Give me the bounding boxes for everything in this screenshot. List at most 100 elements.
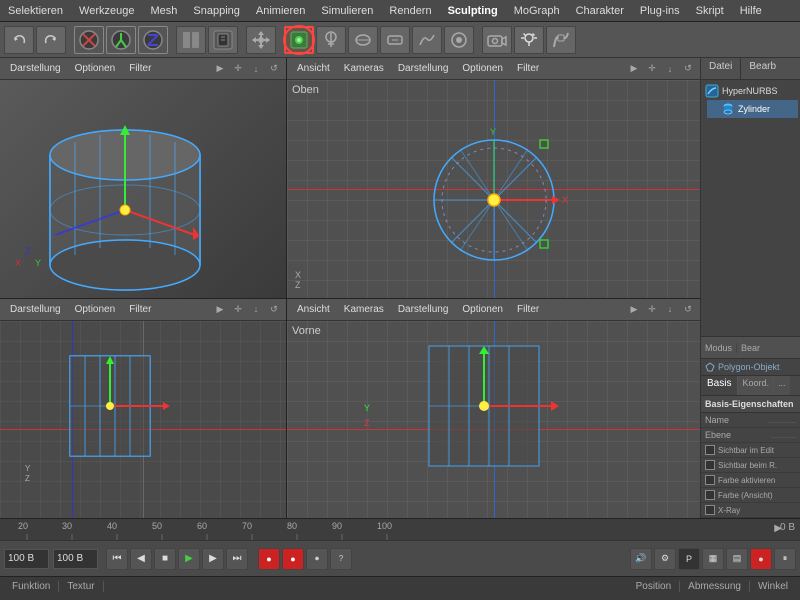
hypernurbs-item[interactable]: HyperNURBS <box>703 82 798 100</box>
farbe-ansicht-checkbox[interactable] <box>705 490 715 500</box>
xray-checkbox[interactable] <box>705 505 715 515</box>
menu-snapping[interactable]: Snapping <box>185 3 248 19</box>
menu-sculpting[interactable]: Sculpting <box>440 3 506 19</box>
btn-r2[interactable]: ⚙ <box>654 548 676 570</box>
camera-button[interactable] <box>482 26 512 54</box>
props-farbe-aktiv-row[interactable]: Farbe aktivieren <box>701 473 800 488</box>
vt-br-optionen[interactable]: Optionen <box>456 303 509 316</box>
props-sichtbar-edit-row[interactable]: Sichtbar im Edit <box>701 443 800 458</box>
vt-bl-refresh-icon[interactable]: ↺ <box>266 301 282 317</box>
menu-plugins[interactable]: Plug-ins <box>632 3 688 19</box>
frame-input[interactable] <box>4 549 49 569</box>
btn-r1[interactable]: 🔊 <box>630 548 652 570</box>
undo-button[interactable] <box>4 26 34 54</box>
vt-tr-ansicht[interactable]: Ansicht <box>291 62 336 75</box>
vt-tr-move[interactable]: ✛ <box>644 61 660 77</box>
vt-tr-optionen[interactable]: Optionen <box>456 62 509 75</box>
vt-tr-kameras[interactable]: Kameras <box>338 62 390 75</box>
sculpt-tool-4[interactable] <box>380 26 410 54</box>
btn-r3[interactable]: P <box>678 548 700 570</box>
viewport-bottom-left[interactable]: Z Y <box>0 321 286 539</box>
farbe-aktiv-checkbox[interactable] <box>705 475 715 485</box>
vt-refresh-icon[interactable]: ↺ <box>266 61 282 77</box>
light-button[interactable] <box>514 26 544 54</box>
vt-br-move[interactable]: ✛ <box>644 301 660 317</box>
y-axis-button[interactable] <box>106 26 136 54</box>
datei-tab[interactable]: Datei <box>701 58 741 79</box>
vt-tr-darstellung[interactable]: Darstellung <box>392 62 455 75</box>
more-tab[interactable]: ... <box>774 376 790 395</box>
deformer-button[interactable] <box>546 26 576 54</box>
skip-end-button[interactable]: ⏭ <box>226 548 248 570</box>
btn-r7[interactable]: ⏸ <box>774 548 796 570</box>
vt-bl-filter[interactable]: Filter <box>123 303 157 316</box>
vt-tr-filter[interactable]: Filter <box>511 62 545 75</box>
vt-br-arrow[interactable]: ▶ <box>626 301 642 317</box>
btn-r5[interactable]: ▤ <box>726 548 748 570</box>
props-farbe-ansicht-row[interactable]: Farbe (Ansicht) <box>701 488 800 503</box>
sculpt-tool-6[interactable] <box>444 26 474 54</box>
sculpt-tool-active[interactable] <box>284 26 314 54</box>
vt-tr-down[interactable]: ↓ <box>662 61 678 77</box>
btn-r4[interactable]: ▦ <box>702 548 724 570</box>
move-tool-button[interactable] <box>246 26 276 54</box>
bearb-tab[interactable]: Bearb <box>741 58 784 79</box>
sculpt-tool-2[interactable] <box>316 26 346 54</box>
menu-skript[interactable]: Skript <box>688 3 732 19</box>
sichtbar-edit-checkbox[interactable] <box>705 445 715 455</box>
menu-rendern[interactable]: Rendern <box>381 3 439 19</box>
play-button[interactable] <box>176 26 206 54</box>
viewport-bottom-right[interactable]: Vorne Y <box>287 321 700 539</box>
vt-darstellung[interactable]: Darstellung <box>4 62 67 75</box>
btn-r6[interactable]: ● <box>750 548 772 570</box>
vt-optionen[interactable]: Optionen <box>69 62 122 75</box>
vt-arrow-right[interactable]: ▶ <box>212 61 228 77</box>
menu-simulieren[interactable]: Simulieren <box>313 3 381 19</box>
vt-br-down[interactable]: ↓ <box>662 301 678 317</box>
props-sichtbar-render-row[interactable]: Sichtbar beim R. <box>701 458 800 473</box>
vt-tr-arrow[interactable]: ▶ <box>626 61 642 77</box>
menu-charakter[interactable]: Charakter <box>568 3 632 19</box>
vt-bl-optionen[interactable]: Optionen <box>69 303 122 316</box>
menu-hilfe[interactable]: Hilfe <box>732 3 770 19</box>
record-btn-3[interactable]: ⏺ <box>306 548 328 570</box>
vt-filter[interactable]: Filter <box>123 62 157 75</box>
vt-br-kameras[interactable]: Kameras <box>338 303 390 316</box>
vt-br-refresh[interactable]: ↺ <box>680 301 696 317</box>
props-xray-row[interactable]: X-Ray <box>701 503 800 518</box>
prev-frame-button[interactable]: ◀ <box>130 548 152 570</box>
menu-werkzeuge[interactable]: Werkzeuge <box>71 3 142 19</box>
menu-mograph[interactable]: MoGraph <box>506 3 568 19</box>
record-btn-2[interactable]: ● <box>282 548 304 570</box>
play-button[interactable]: ▶ <box>178 548 200 570</box>
timeline-scroll[interactable]: ▶ <box>774 523 782 534</box>
menu-animieren[interactable]: Animieren <box>248 3 314 19</box>
vt-bl-move-icon[interactable]: ✛ <box>230 301 246 317</box>
vt-tr-refresh[interactable]: ↺ <box>680 61 696 77</box>
x-axis-button[interactable] <box>74 26 104 54</box>
record-btn-1[interactable]: ● <box>258 548 280 570</box>
vt-bl-darstellung[interactable]: Darstellung <box>4 303 67 316</box>
basis-tab[interactable]: Basis <box>701 376 738 395</box>
vt-bl-arrow-right[interactable]: ▶ <box>212 301 228 317</box>
vt-down-icon[interactable]: ↓ <box>248 61 264 77</box>
vt-br-ansicht[interactable]: Ansicht <box>291 303 336 316</box>
redo-button[interactable] <box>36 26 66 54</box>
z-axis-button[interactable] <box>138 26 168 54</box>
vt-br-darstellung[interactable]: Darstellung <box>392 303 455 316</box>
viewport-top-right[interactable]: Oben <box>287 80 700 299</box>
next-frame-button[interactable]: ▶ <box>202 548 224 570</box>
vt-br-filter[interactable]: Filter <box>511 303 545 316</box>
menu-mesh[interactable]: Mesh <box>142 3 185 19</box>
timeline-ruler[interactable]: 20 30 40 50 60 70 80 90 100 0 B ▶ <box>0 518 800 540</box>
sichtbar-render-checkbox[interactable] <box>705 460 715 470</box>
fps-input[interactable] <box>53 549 98 569</box>
skip-start-button[interactable]: ⏮ <box>106 548 128 570</box>
vt-bl-down-icon[interactable]: ↓ <box>248 301 264 317</box>
menu-selektieren[interactable]: Selektieren <box>0 3 71 19</box>
keyframe-button[interactable] <box>208 26 238 54</box>
record-btn-4[interactable]: ? <box>330 548 352 570</box>
sculpt-tool-3[interactable] <box>348 26 378 54</box>
koord-tab[interactable]: Koord. <box>738 376 774 395</box>
zylinder-item[interactable]: Zylinder <box>707 100 798 118</box>
